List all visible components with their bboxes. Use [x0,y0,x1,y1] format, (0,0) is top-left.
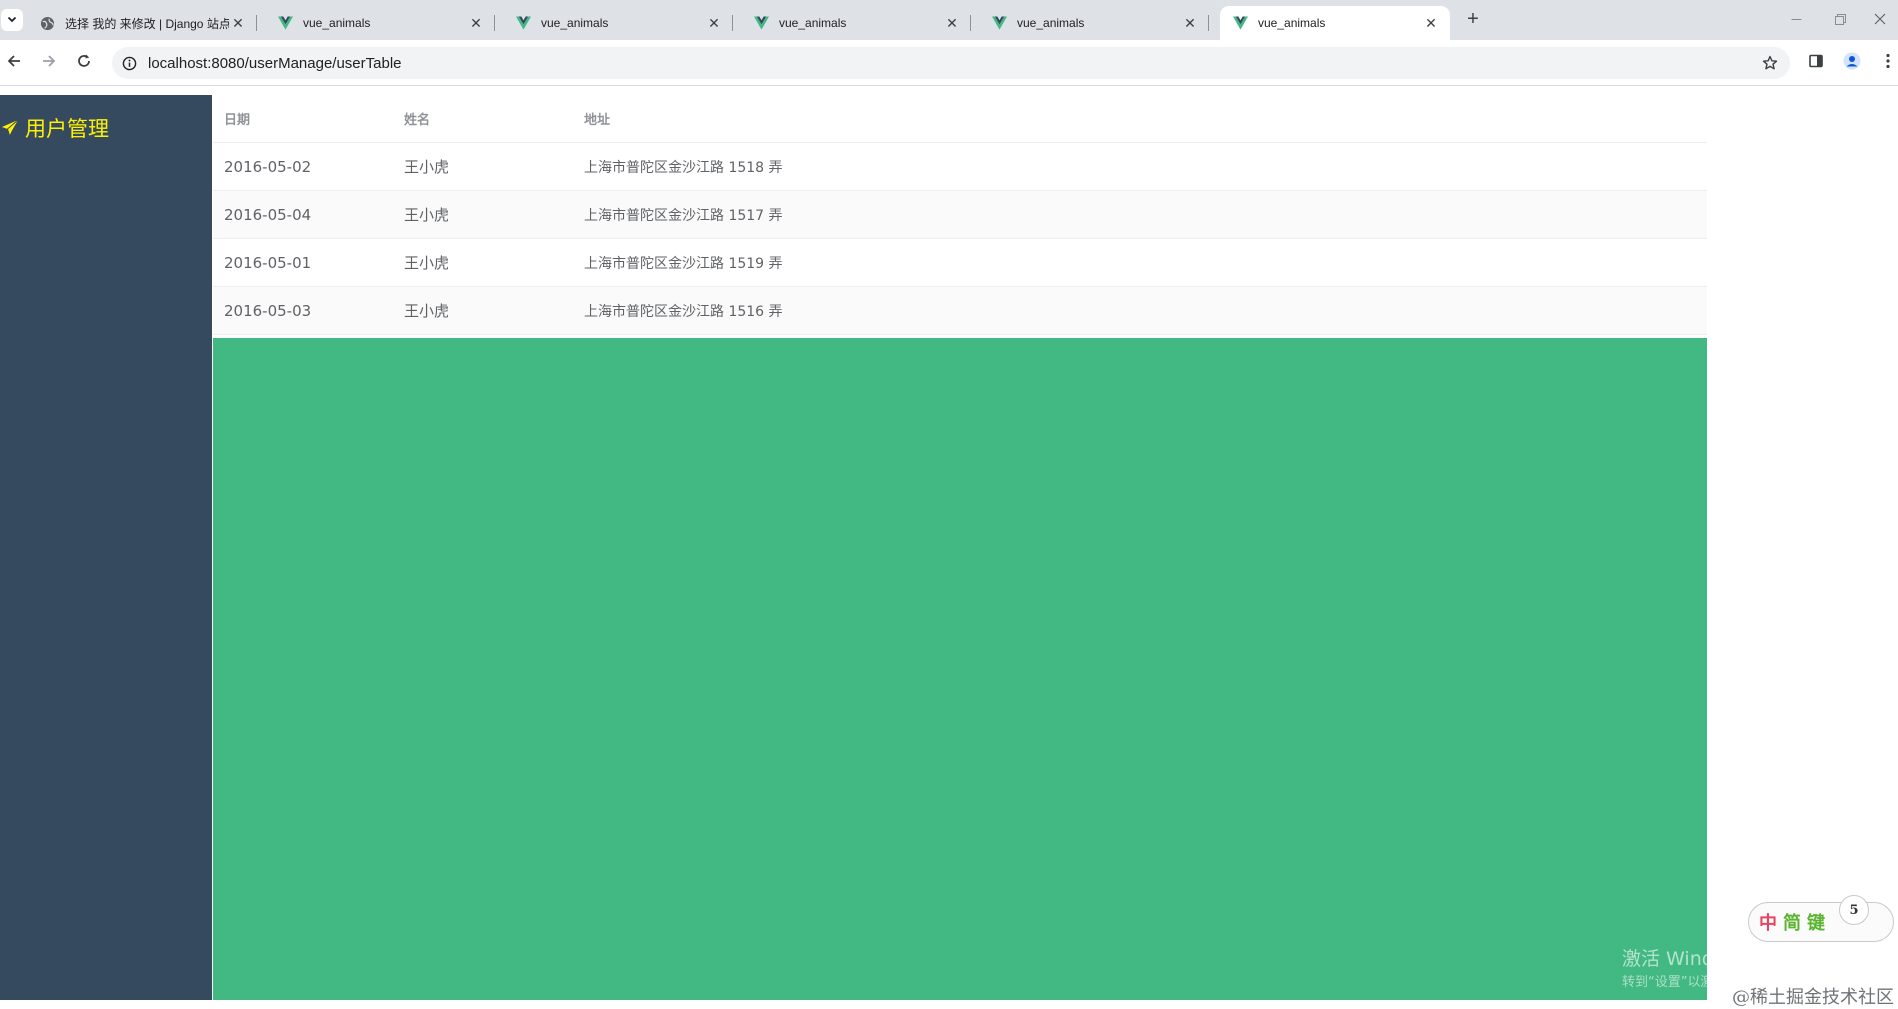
column-header-name[interactable]: 姓名 [393,109,573,128]
tab-title: vue_animals [779,16,847,30]
avatar-icon [1843,52,1861,75]
main-content: 日期 姓名 地址 2016-05-02 王小虎 上海市普陀区金沙江路 1518 … [213,95,1707,1000]
paper-plane-icon [0,118,20,138]
bookmark-star-icon[interactable] [1760,53,1780,73]
sidebar-title: 用户管理 [25,117,109,141]
globe-icon [39,15,55,31]
close-icon [1874,12,1886,29]
side-panel-icon [1808,53,1824,74]
cell-address: 上海市普陀区金沙江路 1517 弄 [584,207,783,224]
more-vert-icon [1886,53,1890,74]
tab-separator [256,15,257,31]
browser-tab-strip: 选择 我的 来修改 | Django 站点管理 ✕ vue_animals ✕ … [0,0,1898,40]
browser-tab-django[interactable]: 选择 我的 来修改 | Django 站点管理 ✕ [27,6,257,40]
vue-logo-icon [515,15,531,31]
forward-button[interactable] [35,49,63,77]
profile-button[interactable] [1838,49,1866,77]
cell-name: 王小虎 [404,158,450,176]
address-bar[interactable]: localhost:8080/userManage/userTable [112,47,1790,79]
cell-address: 上海市普陀区金沙江路 1519 弄 [584,255,783,272]
minimize-button[interactable] [1776,6,1816,34]
tab-title: vue_animals [1258,16,1326,30]
cell-date: 2016-05-03 [224,301,312,320]
browser-tab-vue-active[interactable]: vue_animals ✕ [1220,6,1450,40]
content-panel [213,338,1707,1000]
chevron-down-icon [7,11,17,29]
cell-address: 上海市普陀区金沙江路 1518 弄 [584,159,783,176]
tab-search-button[interactable] [1,9,23,31]
column-header-address[interactable]: 地址 [573,109,1707,128]
tab-title: vue_animals [303,16,371,30]
cell-date: 2016-05-02 [224,157,312,176]
close-icon[interactable]: ✕ [943,14,961,32]
vue-logo-icon [991,15,1007,31]
url-text[interactable]: localhost:8080/userManage/userTable [148,55,402,72]
browser-toolbar: localhost:8080/userManage/userTable [0,40,1898,86]
tab-separator [494,15,495,31]
page-viewport: 用户管理 日期 姓名 地址 2016-05-02 王小虎 上海市普陀区金沙江路 … [0,87,1898,1009]
cell-name: 王小虎 [404,206,450,224]
table-row[interactable]: 2016-05-03 王小虎 上海市普陀区金沙江路 1516 弄 [213,287,1707,335]
table-row[interactable]: 2016-05-04 王小虎 上海市普陀区金沙江路 1517 弄 [213,191,1707,239]
plus-icon: + [1467,7,1479,30]
close-icon[interactable]: ✕ [1181,14,1199,32]
restore-button[interactable] [1820,6,1860,34]
browser-menu-button[interactable] [1874,49,1898,77]
tab-separator [732,15,733,31]
browser-tab-vue-2[interactable]: vue_animals ✕ [503,6,733,40]
table-row[interactable]: 2016-05-01 王小虎 上海市普陀区金沙江路 1519 弄 [213,239,1707,287]
cell-name: 王小虎 [404,254,450,272]
reload-button[interactable] [70,49,98,77]
cell-name: 王小虎 [404,302,450,320]
browser-tab-vue-3[interactable]: vue_animals ✕ [741,6,971,40]
ime-mode-simplified[interactable]: 简 [1783,909,1801,935]
cell-address: 上海市普陀区金沙江路 1516 弄 [584,303,783,320]
close-icon[interactable]: ✕ [229,14,247,32]
column-header-date[interactable]: 日期 [213,109,393,128]
source-credit-watermark: @稀土掘金技术社区 [1732,987,1894,1008]
close-icon[interactable]: ✕ [467,14,485,32]
side-panel-button[interactable] [1802,49,1830,77]
tab-title: vue_animals [1017,16,1085,30]
sidebar-menu-item-user-manage[interactable]: 用户管理 [0,113,109,143]
table-header-row: 日期 姓名 地址 [213,95,1707,143]
close-icon[interactable]: ✕ [1422,14,1440,32]
restore-icon [1834,12,1846,29]
windows-activation-watermark: 激活 Windows [1622,948,1751,970]
arrow-right-icon [41,53,57,74]
tab-title: 选择 我的 来修改 | Django 站点管理 [65,16,229,31]
ime-mode-keyboard[interactable]: 键 [1807,909,1825,935]
sidebar: 用户管理 [0,95,212,1000]
vue-logo-icon [1232,15,1248,31]
tab-separator [970,15,971,31]
vue-logo-icon [753,15,769,31]
ime-badge[interactable]: 5 [1839,895,1869,925]
reload-icon [76,53,92,74]
browser-tab-vue-4[interactable]: vue_animals ✕ [979,6,1209,40]
ime-mode-zh[interactable]: 中 [1759,909,1777,935]
cell-date: 2016-05-04 [224,205,312,224]
tab-title: vue_animals [541,16,609,30]
close-window-button[interactable] [1860,6,1898,34]
arrow-left-icon [6,53,22,74]
minimize-icon [1791,12,1802,29]
new-tab-button[interactable]: + [1462,8,1484,30]
user-table: 日期 姓名 地址 2016-05-02 王小虎 上海市普陀区金沙江路 1518 … [213,95,1707,335]
cell-date: 2016-05-01 [224,253,312,272]
tab-separator [1208,15,1209,31]
back-button[interactable] [0,49,28,77]
info-icon[interactable] [120,54,138,72]
table-row[interactable]: 2016-05-02 王小虎 上海市普陀区金沙江路 1518 弄 [213,143,1707,191]
ime-toolbar[interactable]: 中 简 键 5 [1748,895,1894,942]
close-icon[interactable]: ✕ [705,14,723,32]
browser-tab-vue-1[interactable]: vue_animals ✕ [265,6,495,40]
vue-logo-icon [277,15,293,31]
